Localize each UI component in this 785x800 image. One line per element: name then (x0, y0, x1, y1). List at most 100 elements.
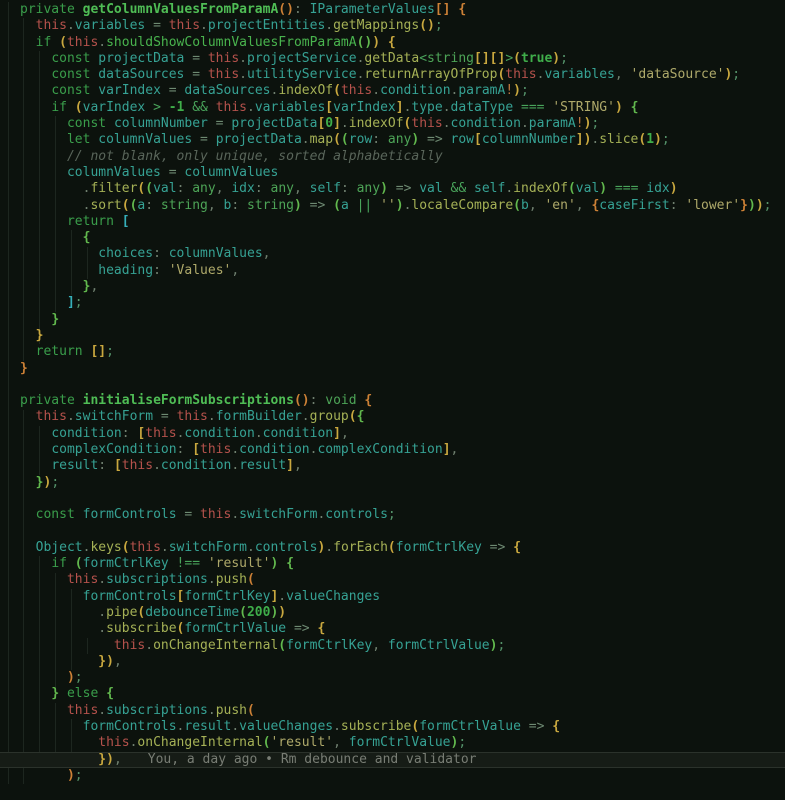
code-line[interactable]: { (0, 230, 785, 246)
code-token: : (255, 181, 271, 196)
code-line[interactable]: // not blank, only unique, sorted alphab… (0, 149, 785, 165)
code-line[interactable]: if (varIndex > -1 && this.variables[varI… (0, 100, 785, 116)
code-token: . (145, 638, 153, 653)
code-line[interactable]: }), (0, 654, 785, 670)
code-token: } (51, 312, 59, 327)
code-token: ( (513, 51, 521, 66)
code-line[interactable]: private getColumnValuesFromParamA(): IPa… (0, 2, 785, 18)
code-token: { (552, 719, 560, 734)
code-token: ; (591, 116, 599, 131)
code-line[interactable]: } (0, 361, 785, 377)
code-editor[interactable]: private getColumnValuesFromParamA(): IPa… (0, 0, 785, 800)
code-token: this (208, 51, 239, 66)
code-token: push (216, 572, 247, 587)
code-token (20, 51, 51, 66)
code-token: . (67, 409, 75, 424)
code-token: , (114, 752, 122, 767)
code-line[interactable]: Object.keys(this.switchForm.controls).fo… (0, 540, 785, 556)
code-token (20, 507, 36, 522)
code-line[interactable]: ); (0, 768, 785, 784)
code-token: [ (114, 458, 122, 473)
code-token: caseFirst (599, 198, 669, 213)
code-line[interactable]: this.onChangeInternal(formCtrlKey, formC… (0, 638, 785, 654)
code-token: : (177, 442, 193, 457)
code-token: , (451, 442, 459, 457)
code-line[interactable]: const columnNumber = projectData[0].inde… (0, 116, 785, 132)
code-line[interactable]: ]; (0, 295, 785, 311)
code-line[interactable]: }); (0, 475, 785, 491)
code-token: { (83, 230, 91, 245)
code-token: any (271, 181, 294, 196)
code-line[interactable]: return []; (0, 344, 785, 360)
code-token: val (576, 181, 599, 196)
code-token (20, 116, 67, 131)
code-line[interactable]: ); (0, 670, 785, 686)
code-line[interactable]: complexCondition: [this.condition.comple… (0, 442, 785, 458)
code-line[interactable]: .subscribe(formCtrlValue => { (0, 621, 785, 637)
code-line[interactable]: .sort((a: string, b: string) => (a || ''… (0, 198, 785, 214)
code-line[interactable]: } (0, 312, 785, 328)
code-line[interactable]: columnValues = columnValues (0, 165, 785, 181)
code-token: switchForm (239, 507, 317, 522)
code-token (20, 670, 67, 685)
code-line[interactable]: choices: columnValues, (0, 246, 785, 262)
code-line[interactable]: this.switchForm = this.formBuilder.group… (0, 409, 785, 425)
code-token: return (67, 214, 114, 229)
code-line[interactable] (0, 377, 785, 393)
code-line[interactable] (0, 491, 785, 507)
code-line[interactable]: result: [this.condition.result], (0, 458, 785, 474)
code-line[interactable]: heading: 'Values', (0, 263, 785, 279)
code-line[interactable]: } (0, 328, 785, 344)
code-line[interactable]: private initialiseFormSubscriptions(): v… (0, 393, 785, 409)
code-token: ; (75, 670, 83, 685)
code-token: formBuilder (216, 409, 302, 424)
code-token: ] (286, 458, 294, 473)
code-line[interactable]: .pipe(debounceTime(200)) (0, 605, 785, 621)
code-line[interactable]: const formControls = this.switchForm.con… (0, 507, 785, 523)
code-token: ) (670, 181, 678, 196)
code-token: { (513, 540, 521, 555)
code-line[interactable]: this.subscriptions.push( (0, 703, 785, 719)
code-token: . (161, 540, 169, 555)
code-token: => (521, 719, 552, 734)
code-token: ( (122, 540, 130, 555)
code-token: . (278, 589, 286, 604)
code-line[interactable]: let columnValues = projectData.map((row:… (0, 132, 785, 148)
code-token: ( (349, 409, 357, 424)
code-line[interactable]: const varIndex = dataSources.indexOf(thi… (0, 83, 785, 99)
code-token: , (576, 198, 592, 213)
code-line[interactable]: condition: [this.condition.condition], (0, 426, 785, 442)
code-line[interactable]: if (this.shouldShowColumnValuesFromParam… (0, 35, 785, 51)
code-line[interactable]: } else { (0, 686, 785, 702)
code-token: } (740, 198, 748, 213)
code-line[interactable]: }, (0, 279, 785, 295)
code-token: 'STRING' (552, 100, 615, 115)
code-token (20, 458, 51, 473)
code-line[interactable]: this.subscriptions.push( (0, 572, 785, 588)
code-line[interactable]: formControls.result.valueChanges.subscri… (0, 719, 785, 735)
code-token: . (443, 116, 451, 131)
code-token: = (145, 18, 168, 33)
code-line[interactable]: this.onChangeInternal('result', formCtrl… (0, 735, 785, 751)
code-token: pipe (106, 605, 137, 620)
code-token: = (153, 409, 176, 424)
code-token (20, 67, 51, 82)
code-line[interactable]: if (formCtrlKey !== 'result') { (0, 556, 785, 572)
code-line[interactable]: }),You, a day ago • Rm debounce and vali… (0, 752, 785, 768)
code-token (20, 18, 36, 33)
code-line[interactable] (0, 524, 785, 540)
code-token: ( (341, 132, 349, 147)
code-token: . (333, 719, 341, 734)
code-line[interactable]: this.variables = this.projectEntities.ge… (0, 18, 785, 34)
code-line[interactable]: .filter((val: any, idx: any, self: any) … (0, 181, 785, 197)
code-line[interactable]: const dataSources = this.utilityService.… (0, 67, 785, 83)
code-token: ( (247, 703, 255, 718)
code-token: idx (231, 181, 254, 196)
code-line[interactable]: return [ (0, 214, 785, 230)
code-token: varIndex (333, 100, 396, 115)
code-line[interactable]: formControls[formCtrlKey].valueChanges (0, 589, 785, 605)
code-token: IParameterValues (310, 2, 435, 17)
code-line[interactable]: const projectData = this.projectService.… (0, 51, 785, 67)
code-token: . (208, 409, 216, 424)
code-token: . (153, 458, 161, 473)
